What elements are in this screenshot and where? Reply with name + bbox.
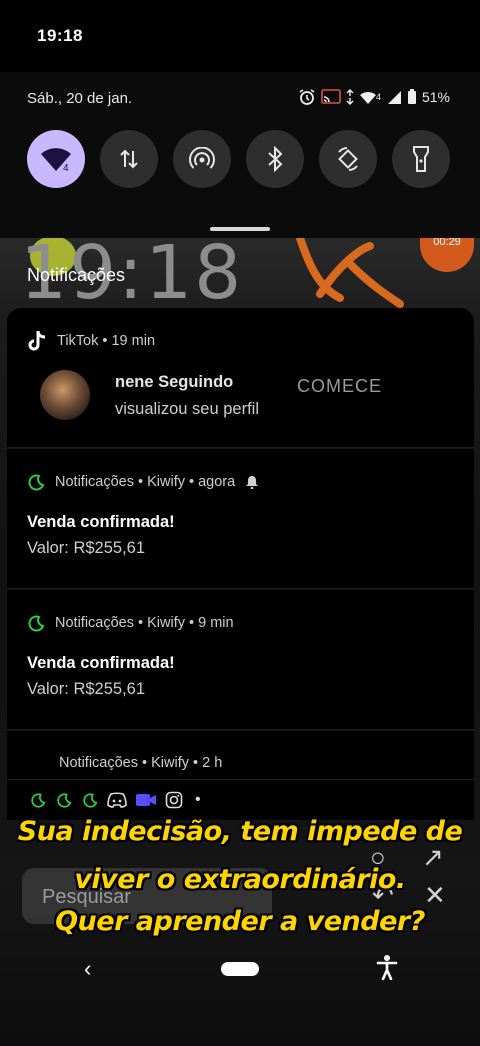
quick-settings-tiles: 4 — [27, 130, 450, 188]
flashlight-icon — [413, 146, 429, 172]
notifications-header: Notificações — [27, 265, 126, 285]
signal-icon — [387, 90, 401, 104]
bell-icon — [246, 476, 259, 489]
tiktok-icon — [28, 330, 46, 351]
background-timer-text: 00:29 — [433, 238, 461, 248]
more-dot-icon: • — [195, 791, 201, 808]
tiktok-title: nene Seguindo — [115, 373, 234, 391]
wifi-status-icon — [359, 91, 376, 104]
tiktok-notification[interactable]: TikTok • 19 min nene Seguindo visualizou… — [7, 308, 474, 448]
bluetooth-tile[interactable] — [246, 130, 304, 188]
tiktok-app-row: TikTok • 19 min — [27, 330, 155, 352]
kiwify-app-line-1: Notificações • Kiwify • agora — [55, 474, 236, 490]
shade-date[interactable]: Sáb., 20 de jan. — [27, 90, 132, 107]
hotspot-tile[interactable] — [173, 130, 231, 188]
kiwify-app-row-3: Notificações • Kiwify • 2 h — [59, 755, 222, 771]
tiktok-app-line: TikTok • 19 min — [57, 333, 156, 349]
tiktok-body: visualizou seu perfil — [115, 400, 259, 418]
kiwify-moon-icon — [28, 474, 45, 491]
flashlight-tile[interactable] — [392, 130, 450, 188]
accessibility-icon[interactable] — [376, 954, 398, 980]
wifi-tile[interactable]: 4 — [27, 130, 85, 188]
caption-line-1: Sua indecisão, tem impede de — [17, 816, 463, 847]
kiwify-app-row-1: Notificações • Kiwify • agora — [27, 473, 259, 491]
background-drawing — [296, 238, 404, 308]
notification-body-2: Valor: R$255,61 — [27, 680, 146, 698]
mobile-data-tile[interactable] — [100, 130, 158, 188]
kiwify-app-line-3: Notificações • Kiwify • 2 h — [59, 755, 223, 771]
rotate-icon — [338, 147, 358, 171]
quick-settings-panel: Sáb., 20 de jan. 4 51% 4 — [0, 72, 480, 238]
tiktok-action-button[interactable]: COMECE — [297, 376, 382, 397]
notification-title-2: Venda confirmada! — [27, 654, 175, 672]
kiwify-moon-icon — [83, 793, 98, 808]
status-bar: 19:18 — [0, 0, 480, 72]
kiwify-app-row-2: Notificações • Kiwify • 9 min — [27, 614, 234, 632]
kiwify-notification-3[interactable]: Notificações • Kiwify • 2 h — [7, 731, 474, 780]
battery-percent: 51% — [421, 89, 450, 105]
battery-icon — [407, 89, 416, 104]
notification-overflow-icons[interactable]: • — [7, 780, 474, 820]
hotspot-icon — [189, 147, 215, 169]
navigation-bar: ‹ — [0, 940, 480, 1000]
status-time: 19:18 — [37, 26, 83, 45]
wifi-icon: 4 — [41, 148, 71, 173]
kiwify-moon-icon — [31, 793, 46, 808]
caption-line-2: viver o extraordinário. — [74, 864, 406, 895]
video-icon — [136, 794, 156, 806]
kiwify-notification-2[interactable]: Notificações • Kiwify • 9 min Venda conf… — [7, 590, 474, 730]
notification-body-1: Valor: R$255,61 — [27, 539, 146, 557]
bluetooth-icon — [268, 146, 283, 172]
home-button[interactable] — [221, 962, 259, 976]
shade-drag-handle[interactable] — [210, 227, 270, 231]
notification-title-1: Venda confirmada! — [27, 513, 175, 531]
cast-icon — [321, 89, 341, 104]
svg-text:4: 4 — [63, 163, 69, 173]
discord-icon — [107, 792, 127, 808]
data-transfer-icon — [346, 89, 354, 105]
system-icons: 4 51% — [298, 88, 450, 106]
background-timer: 00:29 — [420, 238, 474, 272]
auto-rotate-tile[interactable] — [319, 130, 377, 188]
back-button[interactable]: ‹ — [84, 956, 91, 982]
kiwify-notification-1[interactable]: Notificações • Kiwify • agora Venda conf… — [7, 449, 474, 589]
avatar — [40, 370, 90, 420]
caption-line-3: Quer aprender a vender? — [55, 906, 425, 937]
instagram-icon — [165, 791, 183, 809]
kiwify-app-line-2: Notificações • Kiwify • 9 min — [55, 615, 234, 631]
kiwify-moon-icon — [28, 615, 45, 632]
network-badge: 4 — [375, 92, 381, 102]
alarm-icon — [299, 89, 315, 105]
data-arrows-icon — [120, 149, 138, 169]
kiwify-moon-icon — [57, 793, 72, 808]
